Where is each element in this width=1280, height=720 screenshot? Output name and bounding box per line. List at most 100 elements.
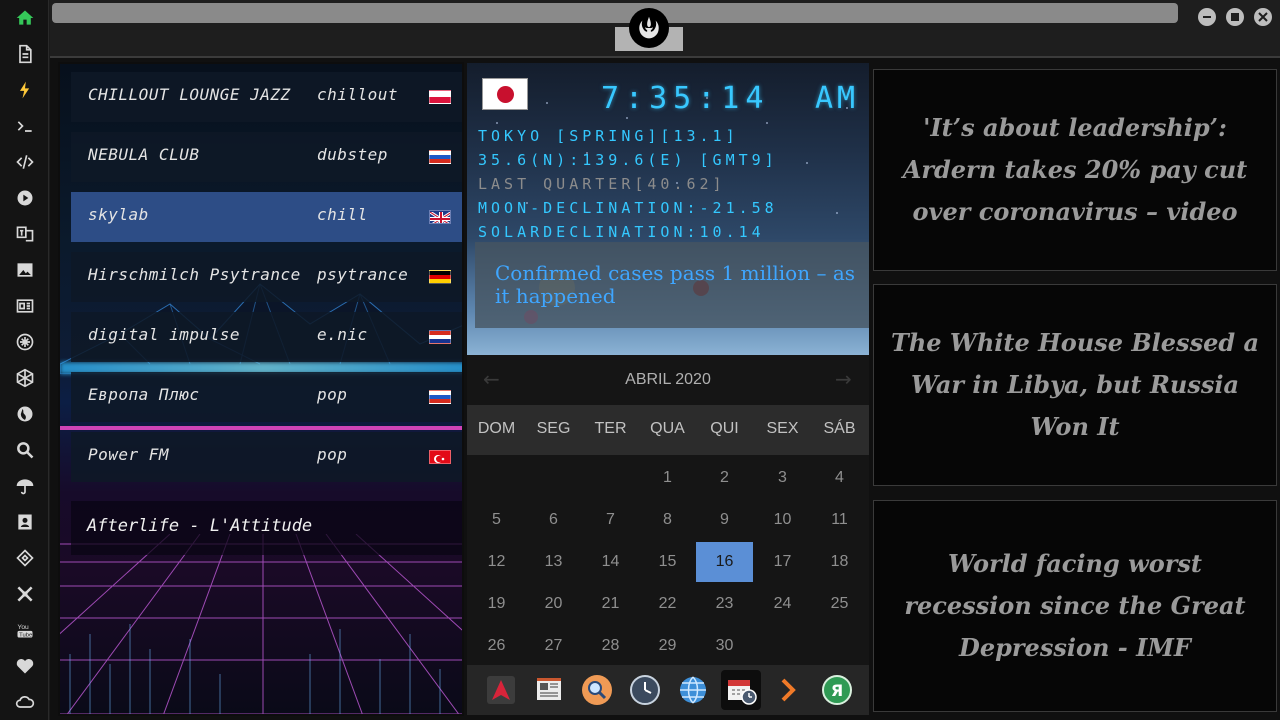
neon-grid [60,534,462,714]
station-name: CHILLOUT LOUNGE JAZZ [88,85,291,104]
globe-icon[interactable] [12,401,38,427]
calendar-day[interactable]: 9 [696,500,753,540]
left-dock: You Tube [0,0,49,720]
newspaper-app-icon[interactable] [529,670,569,710]
bolt-icon[interactable] [12,77,38,103]
arch-app-icon[interactable] [481,670,521,710]
clock-time: 7:35:14 [601,81,770,116]
calendar-day[interactable]: 8 [639,500,696,540]
umbrella-icon[interactable] [12,473,38,499]
station-row[interactable]: Hirschmilch Psytrance psytrance [71,252,462,302]
calendar-day[interactable]: 12 [468,542,525,582]
news-icon[interactable] [12,293,38,319]
calendar-day[interactable]: 26 [468,626,525,666]
calendar-day[interactable]: 21 [582,584,639,624]
youtube-icon[interactable]: You Tube [12,617,38,643]
calendar-day[interactable]: 4 [811,458,868,498]
tools-icon[interactable] [12,581,38,607]
station-row[interactable]: digital impulse e.nic [71,312,462,362]
headline-overlay[interactable]: Confirmed cases pass 1 million – as it h… [475,242,869,328]
title-slot [52,3,1178,23]
calendar-day[interactable]: 28 [582,626,639,666]
calendar-day[interactable]: 11 [811,500,868,540]
location-line: TOKYO [SPRING][13.1] [478,127,739,145]
search-icon[interactable] [12,437,38,463]
weekday-label: SEX [766,420,799,437]
station-genre: e.nic [317,325,368,344]
weekday-label: DOM [477,420,516,437]
calendar-day[interactable]: 22 [639,584,696,624]
arrow-app-icon[interactable] [769,670,809,710]
news-card[interactable]: The White House Blessed a War in Libya, … [873,284,1277,486]
calendar-day[interactable]: 1 [639,458,696,498]
calendar-day[interactable]: 23 [696,584,753,624]
search-app-icon[interactable] [577,670,617,710]
calendar-app-icon[interactable] [721,670,761,710]
rebel-emblem-icon[interactable] [629,8,669,48]
station-name: digital impulse [88,325,240,344]
calendar-day[interactable]: 17 [754,542,811,582]
calendar-day[interactable]: 6 [525,500,582,540]
calendar-day[interactable]: 20 [525,584,582,624]
document-icon[interactable] [12,41,38,67]
heart-icon[interactable] [12,653,38,679]
calendar-day[interactable]: 7 [582,500,639,540]
close-button[interactable] [1254,8,1272,26]
calendar-day[interactable]: 3 [754,458,811,498]
terminal-icon[interactable] [12,113,38,139]
code-icon[interactable] [12,149,38,175]
globe-app-icon[interactable] [673,670,713,710]
weekday-label: QUI [710,420,739,437]
calendar-day[interactable]: 24 [754,584,811,624]
calendar-day[interactable]: 25 [811,584,868,624]
neon-horizon-pink [60,426,462,430]
world-clock-panel: 7:35:14 AM TOKYO [SPRING][13.1] 35.6(N):… [467,63,869,355]
calendar-day[interactable]: 19 [468,584,525,624]
desktop: You Tube CHILLOUT LOUNGE JAZZ chillout N… [0,0,1280,720]
calendar-day[interactable]: 2 [696,458,753,498]
station-row[interactable]: NEBULA CLUB dubstep [71,132,462,182]
app-tray: Я [467,665,869,715]
calendar-day-today[interactable]: 16 [696,542,753,582]
next-month-button[interactable]: → [835,367,855,391]
maximize-button[interactable] [1226,8,1244,26]
coordinates-line: 35.6(N):139.6(E) [GMT9] [478,151,778,169]
minimize-button[interactable] [1198,8,1216,26]
calendar-day[interactable]: 13 [525,542,582,582]
now-playing: Afterlife - L'Attitude [71,501,462,555]
translate-icon[interactable] [12,221,38,247]
calendar-day[interactable]: 18 [811,542,868,582]
station-row[interactable]: Power FM pop [71,432,462,482]
yandex-app-icon[interactable]: Я [817,670,857,710]
poland-flag-icon [429,90,451,104]
station-genre: pop [317,445,348,464]
calendar-day[interactable]: 15 [639,542,696,582]
svg-text:You: You [18,624,30,631]
calendar-day[interactable]: 30 [696,626,753,666]
calendar: ← ABRIL 2020 → DOM SEG TER QUA QUI SEX S… [467,355,869,665]
settings-icon[interactable] [12,329,38,355]
news-card[interactable]: World facing worst recession since the G… [873,500,1277,712]
moon-declination-line: MOON-DECLINATION:-21.58 [478,199,778,217]
station-row[interactable]: Европа Плюс pop [71,372,462,422]
contacts-icon[interactable] [12,509,38,535]
station-row[interactable]: CHILLOUT LOUNGE JAZZ chillout [71,72,462,122]
play-icon[interactable] [12,185,38,211]
hexagon-icon[interactable] [12,365,38,391]
station-genre: psytrance [317,265,409,284]
cloud-icon[interactable] [12,689,38,715]
dev-icon[interactable] [12,545,38,571]
calendar-day[interactable]: 14 [582,542,639,582]
station-row-active[interactable]: skylab chill [71,192,462,242]
calendar-day[interactable]: 10 [754,500,811,540]
clock-app-icon[interactable] [625,670,665,710]
home-icon[interactable] [12,5,38,31]
calendar-day[interactable]: 29 [639,626,696,666]
station-name: Power FM [88,445,170,464]
image-icon[interactable] [12,257,38,283]
calendar-day[interactable]: 27 [525,626,582,666]
station-name: skylab [88,205,149,224]
news-card[interactable]: 'It’s about leadership’: Ardern takes 20… [873,69,1277,271]
svg-text:Tube: Tube [19,633,32,639]
calendar-day[interactable]: 5 [468,500,525,540]
